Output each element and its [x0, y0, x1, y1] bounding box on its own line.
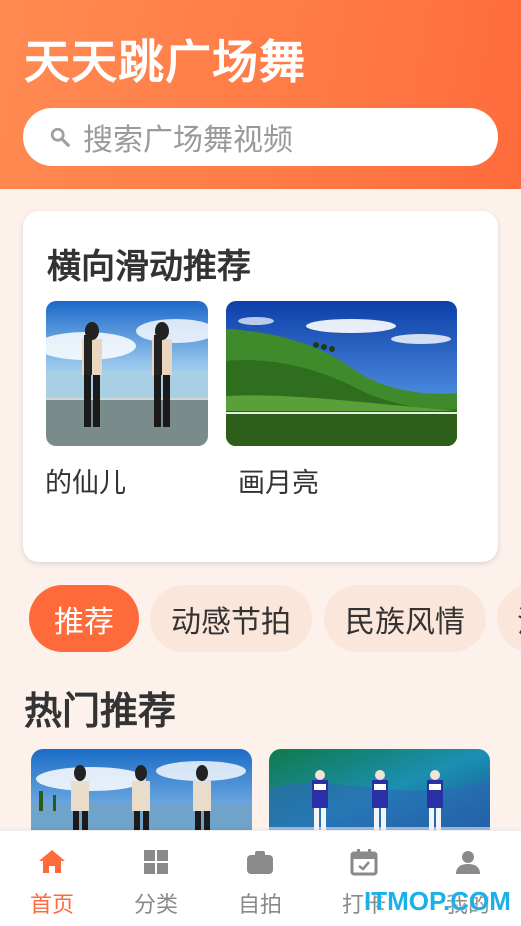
recommend-item-label: 的仙儿 [45, 468, 126, 499]
user-icon [456, 851, 480, 874]
grid-icon [144, 850, 168, 874]
tab-label: 分类 [133, 893, 178, 918]
hot-video-card[interactable] [269, 749, 490, 839]
search-icon [50, 127, 70, 147]
video-thumbnail [46, 301, 208, 446]
chip-dynamic-beat[interactable]: 动感节拍 [150, 585, 312, 652]
hot-video-card[interactable] [31, 749, 252, 839]
chip-recommend[interactable]: 推荐 [29, 585, 139, 652]
category-chips: 推荐 动感节拍 民族风情 汉 [0, 585, 521, 653]
horizontal-recommend-card: 横向滑动推荐 的仙儿 画月亮 [23, 211, 498, 562]
recommend-item[interactable]: 画月亮 [226, 301, 457, 499]
camera-icon [247, 851, 273, 874]
video-thumbnail [269, 749, 490, 839]
tab-label: 首页 [29, 893, 74, 918]
app-title: 天天跳广场舞 [24, 35, 306, 89]
chip-ethnic-style[interactable]: 民族风情 [324, 585, 486, 652]
home-icon [39, 850, 65, 873]
tab-selfie[interactable]: 自拍 [208, 831, 312, 926]
search-input[interactable]: 搜索广场舞视频 [23, 108, 498, 166]
header: 天天跳广场舞 搜索广场舞视频 [0, 0, 521, 189]
search-placeholder: 搜索广场舞视频 [83, 123, 293, 158]
video-thumbnail [31, 749, 252, 839]
calendar-check-icon [350, 849, 378, 876]
video-thumbnail [226, 301, 457, 446]
recommend-title: 横向滑动推荐 [47, 247, 251, 287]
tab-label: 自拍 [237, 893, 282, 918]
tab-category[interactable]: 分类 [104, 831, 208, 926]
recommend-item-label: 画月亮 [238, 468, 319, 499]
recommend-item[interactable]: 的仙儿 [45, 301, 208, 499]
watermark: ITMOP.COM [364, 886, 511, 916]
chip-next[interactable]: 汉 [497, 585, 521, 652]
hot-section-title: 热门推荐 [24, 689, 177, 733]
tab-home[interactable]: 首页 [0, 831, 104, 926]
